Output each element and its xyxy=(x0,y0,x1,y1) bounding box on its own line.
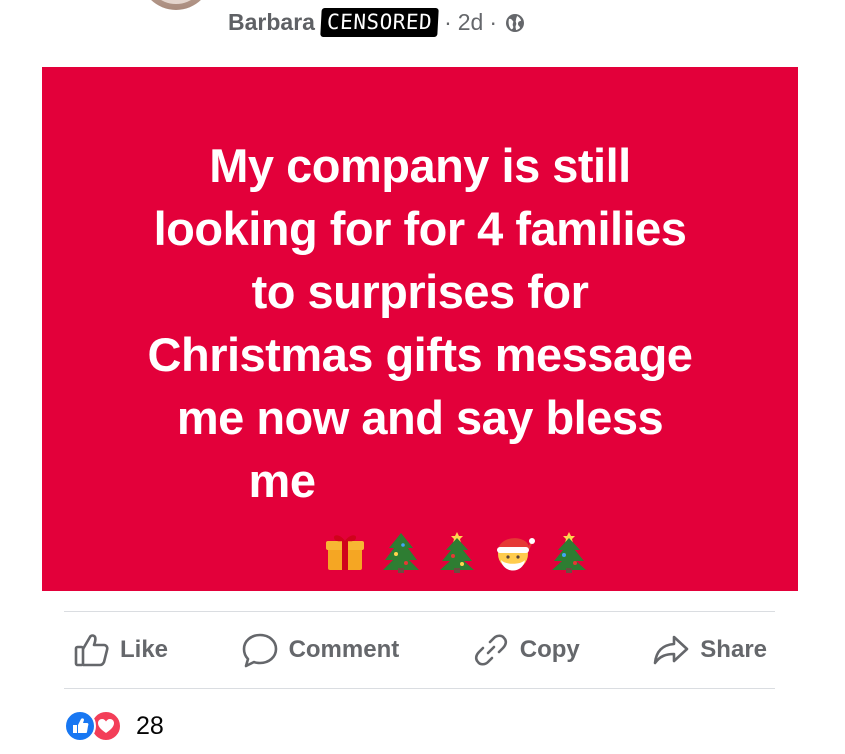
author-avatar[interactable] xyxy=(140,0,212,10)
thumbs-up-icon xyxy=(72,631,110,669)
post-text-content: My company is still looking for for 4 fa… xyxy=(147,139,693,507)
comment-icon xyxy=(241,631,279,669)
post-text-card: My company is still looking for for 4 fa… xyxy=(42,67,798,591)
share-button[interactable]: Share xyxy=(644,631,775,669)
link-icon xyxy=(472,631,510,669)
christmas-tree-emoji xyxy=(435,463,479,573)
post-header: Barbara CENSORED · 2d · xyxy=(228,4,525,40)
censored-label: CENSORED xyxy=(320,7,439,37)
christmas-tree-emoji xyxy=(547,463,591,573)
emoji-row xyxy=(323,463,591,573)
facebook-post: Barbara CENSORED · 2d · My company is st… xyxy=(0,0,845,754)
reaction-icons xyxy=(64,708,128,744)
meta-separator: · xyxy=(489,8,498,35)
comment-label: Comment xyxy=(288,636,400,663)
copy-button[interactable]: Copy xyxy=(464,631,588,669)
christmas-tree-emoji xyxy=(379,463,423,573)
post-text: My company is still looking for for 4 fa… xyxy=(80,134,760,573)
author-name[interactable]: Barbara xyxy=(228,9,315,36)
post-time[interactable]: 2d xyxy=(458,9,484,36)
santa-emoji xyxy=(491,463,536,571)
post-actions: Like Comment Copy Share xyxy=(64,612,775,688)
copy-label: Copy xyxy=(519,636,580,663)
share-icon xyxy=(652,631,690,669)
like-reaction-icon xyxy=(64,710,96,742)
comment-button[interactable]: Comment xyxy=(233,631,408,669)
globe-icon[interactable] xyxy=(505,12,525,32)
divider xyxy=(64,688,775,689)
gift-emoji xyxy=(323,463,367,570)
meta-separator: · xyxy=(444,8,452,35)
reactions-summary[interactable]: 28 xyxy=(64,706,164,746)
share-label: Share xyxy=(700,636,767,663)
like-label: Like xyxy=(120,636,169,663)
reaction-count: 28 xyxy=(136,711,164,740)
like-button[interactable]: Like xyxy=(64,631,176,669)
